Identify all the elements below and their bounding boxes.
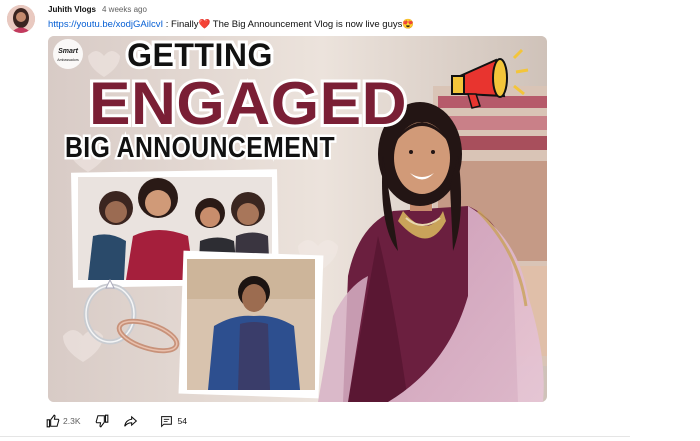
post-text: https://youtu.be/xodjGAilcvI : Finally❤️… [48, 19, 414, 30]
share-button[interactable] [123, 414, 138, 428]
comment-count: 54 [177, 416, 187, 426]
action-bar: 2.3K 54 [46, 414, 201, 428]
community-post: Juhith Vlogs 4 weeks ago https://youtu.be… [0, 0, 700, 441]
title-line1: GETTING [127, 37, 273, 73]
groom-photo [178, 250, 324, 399]
like-button[interactable]: 2.3K [46, 414, 81, 428]
divider [0, 436, 630, 437]
avatar[interactable] [7, 5, 35, 33]
badge-line2: Ambassadors [57, 58, 79, 62]
title-line2: ENGAGED [89, 70, 407, 137]
badge-line1: Smart [58, 48, 79, 55]
channel-name[interactable]: Juhith Vlogs [48, 5, 96, 14]
post-image[interactable]: Smart Ambassadors GETTING GETTING ENGAGE… [48, 36, 547, 402]
channel-badge: Smart Ambassadors [53, 39, 83, 69]
comment-icon [160, 415, 173, 428]
like-count: 2.3K [63, 416, 81, 426]
thumbs-down-icon [95, 414, 109, 428]
thumbs-up-icon [46, 414, 60, 428]
share-icon [123, 414, 138, 428]
video-link[interactable]: https://youtu.be/xodjGAilcvI [48, 19, 163, 30]
post-message: : Finally❤️ The Big Announcement Vlog is… [163, 19, 415, 30]
title-line3: BIG ANNOUNCEMENT [65, 132, 335, 164]
post-time[interactable]: 4 weeks ago [102, 5, 147, 14]
dislike-button[interactable] [95, 414, 109, 428]
post-header: Juhith Vlogs 4 weeks ago [48, 5, 147, 14]
comment-button[interactable]: 54 [160, 415, 187, 428]
